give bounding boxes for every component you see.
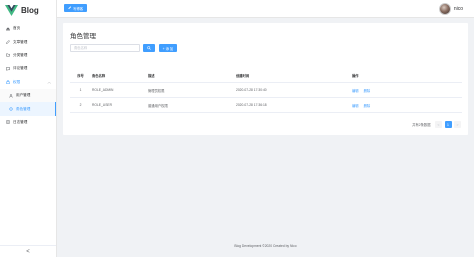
column-header: 操作 [352,73,359,78]
table-header-row: 序号 角色名称 描述 创建时间 操作 [70,68,462,83]
page-number-button[interactable]: 1 [444,121,452,128]
role-icon [9,107,13,111]
sidebar-item-label: 文章管理 [13,39,28,44]
role-name-search-input[interactable] [70,44,140,52]
cell-description: 普通用户权限 [148,103,168,108]
delete-link[interactable]: 删除 [364,103,371,108]
column-header: 序号 [77,73,84,78]
edit-icon [6,40,10,45]
sidebar-item-categories[interactable]: 分类管理 [0,49,56,62]
next-page-button[interactable]: > [454,121,461,128]
sidebar-item-label: 评论管理 [13,66,28,71]
sidebar: Blog 首页 文章管理 分类管理 评论管理 权限 ︿ 用户管理 角色管理 日志… [0,0,57,257]
brand-name: Blog [21,5,39,15]
lock-icon [6,80,10,85]
sidebar-item-label: 日志管理 [13,119,28,124]
cell-role-name: ROLE_ADMIN [92,88,114,92]
cell-created-time: 2020-07-28 17:36:18 [236,103,267,107]
pagination: 共有2条数据 < 1 > [412,121,461,128]
prev-page-button[interactable]: < [435,121,442,128]
table-row: 2 ROLE_USER 普通用户权限 2020-07-28 17:36:18 编… [70,98,462,113]
sidebar-item-label: 首页 [13,26,21,31]
table-row: 1 ROLE_ADMIN 管理员权限 2020-07-28 17:30:40 编… [70,83,462,98]
role-management-card: 角色管理 + 添 加 序号 角色名称 描述 创建时间 操作 1 ROLE_ADM… [63,23,468,135]
top-header: 写博客 nico [57,0,474,18]
footer: Blog Development ©2020 Created by Nico [234,244,297,248]
search-icon [147,46,151,50]
logo[interactable]: Blog [5,4,39,16]
cell-actions: 编辑 删除 [352,88,462,93]
column-header: 创建时间 [236,73,250,78]
edit-link[interactable]: 编辑 [352,88,359,93]
page-title: 角色管理 [70,33,96,40]
column-header: 角色名称 [92,73,106,78]
user-icon [9,93,13,98]
sidebar-item-comments[interactable]: 评论管理 [0,62,56,75]
sidebar-item-logs[interactable]: 日志管理 [0,116,56,129]
user-menu[interactable]: nico [438,3,463,15]
pagination-total: 共有2条数据 [412,123,431,127]
column-header: 描述 [148,73,155,78]
sidebar-item-label: 用户管理 [16,93,31,98]
sidebar-item-home[interactable]: 首页 [0,22,56,35]
sidebar-item-label: 权限 [13,79,21,84]
avatar[interactable] [438,3,451,15]
pen-icon [68,6,72,10]
add-role-button[interactable]: + 添 加 [159,44,177,52]
cell-role-name: ROLE_USER [92,103,112,107]
delete-link[interactable]: 删除 [364,88,371,93]
comment-icon [6,67,10,71]
cell-description: 管理员权限 [148,88,165,93]
search-button[interactable] [143,44,155,52]
folder-icon [6,53,10,57]
username: nico [453,6,463,12]
document-icon [6,120,10,125]
write-blog-button[interactable]: 写博客 [64,4,88,12]
sidebar-item-label: 角色管理 [16,106,31,111]
write-blog-label: 写博客 [73,6,84,11]
sidebar-item-users[interactable]: 用户管理 [0,88,56,103]
cell-created-time: 2020-07-28 17:30:40 [236,88,267,92]
sidebar-item-articles[interactable]: 文章管理 [0,35,56,48]
sidebar-menu: 首页 文章管理 分类管理 评论管理 权限 ︿ 用户管理 角色管理 日志管理 [0,22,56,129]
sidebar-item-label: 分类管理 [13,52,28,57]
sidebar-item-permissions[interactable]: 权限 ︿ [0,76,56,89]
vue-logo-icon [5,4,18,16]
collapse-sidebar-button[interactable]: < [0,245,56,257]
chevron-up-icon: ︿ [47,79,52,84]
cell-actions: 编辑 删除 [352,103,462,108]
edit-link[interactable]: 编辑 [352,103,359,108]
cell-index: 1 [79,88,82,92]
sidebar-item-roles[interactable]: 角色管理 [0,102,56,117]
roles-table: 序号 角色名称 描述 创建时间 操作 1 ROLE_ADMIN 管理员权限 20… [70,68,462,113]
home-icon [6,27,10,31]
cell-index: 2 [79,103,82,107]
